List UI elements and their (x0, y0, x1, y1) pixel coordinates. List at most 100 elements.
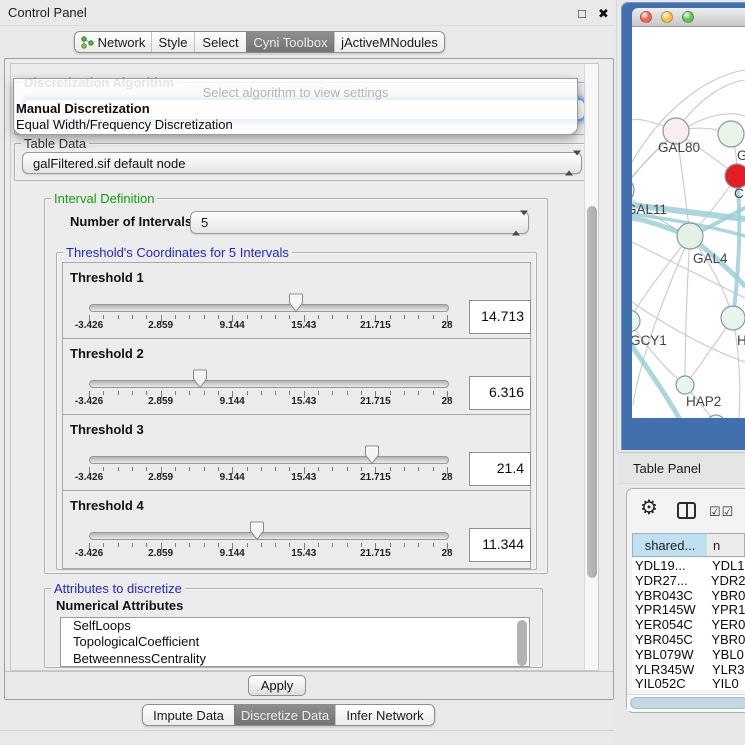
slider-axis-label: 9.144 (202, 548, 262, 559)
tab-network[interactable]: Network (75, 32, 151, 52)
slider-tick (390, 315, 391, 319)
horizontal-scrollbar-thumb[interactable] (630, 697, 745, 709)
slider-axis-label: -3.426 (59, 396, 119, 407)
slider-tick (204, 391, 205, 395)
slider-tick (361, 391, 362, 395)
node-label: GAL4 (693, 251, 728, 266)
cell-shared-name: YDL19... (632, 558, 708, 573)
cell-name: YBR0 (707, 588, 745, 603)
network-node-c[interactable] (725, 164, 745, 188)
list-scrollbar-thumb[interactable] (517, 620, 527, 666)
table-row[interactable]: YIL052CYIL0 (632, 676, 745, 690)
tab-jactivemnodules[interactable]: jActiveMNodules (334, 32, 444, 52)
vertical-scrollbar[interactable] (584, 64, 598, 670)
horizontal-scrollbar[interactable] (627, 694, 745, 711)
vertical-scrollbar-thumb[interactable] (587, 206, 597, 578)
table-row[interactable]: YBR045CYBR0 (632, 632, 745, 647)
mac-close-icon[interactable] (640, 11, 652, 23)
tab-impute-data[interactable]: Impute Data (143, 705, 234, 725)
slider-tick (275, 467, 276, 471)
tab-discretize-data[interactable]: Discretize Data (234, 705, 335, 725)
slider-tick (146, 467, 147, 471)
cell-shared-name: YBL079W (632, 647, 708, 662)
slider-tick (318, 391, 319, 395)
bottom-divider (0, 730, 618, 731)
table-row[interactable]: YPR145WYPR1 (632, 602, 745, 617)
slider-tick (218, 467, 219, 471)
algorithm-option-equal-width-frequency-discretization[interactable]: Equal Width/Frequency Discretization (14, 117, 577, 133)
slider-tick (261, 467, 262, 471)
mac-zoom-icon[interactable] (682, 11, 694, 23)
cell-name: YER0 (707, 617, 745, 632)
slider-tick (289, 467, 290, 471)
slider-tick (404, 315, 405, 319)
column-header-name[interactable]: n (707, 533, 745, 557)
threshold-value-field[interactable]: 21.4 (469, 452, 531, 486)
cell-shared-name: YDR27... (632, 573, 707, 588)
table-row[interactable]: YER054CYER0 (632, 617, 745, 632)
tab-select[interactable]: Select (194, 32, 246, 52)
slider-track[interactable] (89, 380, 449, 388)
slider-tick (132, 543, 133, 547)
node-table-body[interactable]: YDL19...YDL1YDR27...YDR2YBR043CYBR0YPR14… (632, 558, 745, 690)
node-label: GCY1 (632, 333, 667, 348)
table-row[interactable]: YLR345WYLR3 (632, 662, 745, 677)
network-node-hap2[interactable] (676, 376, 694, 394)
mac-minimize-icon[interactable] (661, 11, 673, 23)
slider-thumb[interactable] (248, 521, 266, 541)
number-of-intervals-combo[interactable]: 5 (190, 211, 529, 234)
slider-tick (289, 391, 290, 395)
attributes-legend: Attributes to discretize (51, 581, 185, 596)
threshold-value-field[interactable]: 11.344 (469, 528, 531, 562)
network-canvas[interactable]: GAL80GACGAL11GAL4GCY1HHAP2 (632, 27, 745, 418)
node-label: H (737, 333, 745, 348)
table-row[interactable]: YDL19...YDL1 (632, 558, 745, 573)
cell-shared-name: YBR043C (632, 588, 707, 603)
slider-axis-label: 9.144 (202, 396, 262, 407)
close-icon[interactable]: ✖ (598, 6, 609, 22)
interval-definition-legend: Interval Definition (51, 191, 157, 206)
float-window-icon[interactable]: □ (578, 6, 586, 21)
network-node-h[interactable] (721, 306, 745, 330)
columns-icon[interactable] (677, 502, 696, 519)
network-node-gal4[interactable] (677, 223, 703, 249)
select-columns-checkboxes-icon[interactable]: ☑☑ (709, 504, 734, 520)
threshold-value-field[interactable]: 6.316 (469, 376, 531, 410)
slider-axis-label: 15.43 (274, 548, 334, 559)
network-node-ga[interactable] (718, 121, 744, 147)
network-node-gcy1[interactable] (632, 310, 640, 332)
attribute-item-selfloops[interactable]: SelfLoops (61, 618, 529, 634)
apply-bar: Apply (5, 671, 613, 699)
node-label: GAL11 (632, 202, 667, 217)
slider-thumb[interactable] (287, 293, 305, 313)
settings-gear-icon[interactable]: ⚙ (640, 497, 658, 519)
slider-track[interactable] (89, 532, 449, 540)
attribute-item-topologicalcoefficient[interactable]: TopologicalCoefficient (61, 634, 529, 650)
slider-thumb[interactable] (191, 369, 209, 389)
threshold-block-1: Threshold 1-3.4262.8599.14415.4321.71528… (62, 262, 531, 341)
slider-tick (347, 391, 348, 395)
slider-thumb[interactable] (363, 445, 381, 465)
column-header-shared[interactable]: shared... (632, 533, 708, 557)
slider-track[interactable] (89, 456, 449, 464)
slider-tick (390, 543, 391, 547)
tab-style[interactable]: Style (151, 32, 194, 52)
slider-track[interactable] (89, 304, 449, 312)
slider-tick (261, 543, 262, 547)
numerical-attributes-label: Numerical Attributes (56, 598, 183, 613)
algorithm-option-manual-discretization[interactable]: Manual Discretization (14, 101, 577, 117)
spinner-arrows-icon (565, 156, 573, 171)
attribute-item-betweennesscentrality[interactable]: BetweennessCentrality (61, 651, 529, 667)
slider-axis-label: 2.859 (131, 396, 191, 407)
network-edge (690, 236, 733, 318)
threshold-value-field[interactable]: 14.713 (469, 300, 531, 334)
tab-cyni-toolbox[interactable]: Cyni Toolbox (246, 32, 334, 52)
tab-infer-network[interactable]: Infer Network (335, 705, 434, 725)
table-row[interactable]: YBL079WYBL0 (632, 647, 745, 662)
numerical-attributes-list[interactable]: SelfLoopsTopologicalCoefficientBetweenne… (60, 617, 530, 667)
cell-shared-name: YPR145W (632, 602, 707, 617)
table-row[interactable]: YDR27...YDR2 (632, 573, 745, 588)
table-row[interactable]: YBR043CYBR0 (632, 588, 745, 603)
table-data-combo[interactable]: galFiltered.sif default node (22, 152, 582, 174)
apply-button[interactable]: Apply (248, 675, 306, 696)
